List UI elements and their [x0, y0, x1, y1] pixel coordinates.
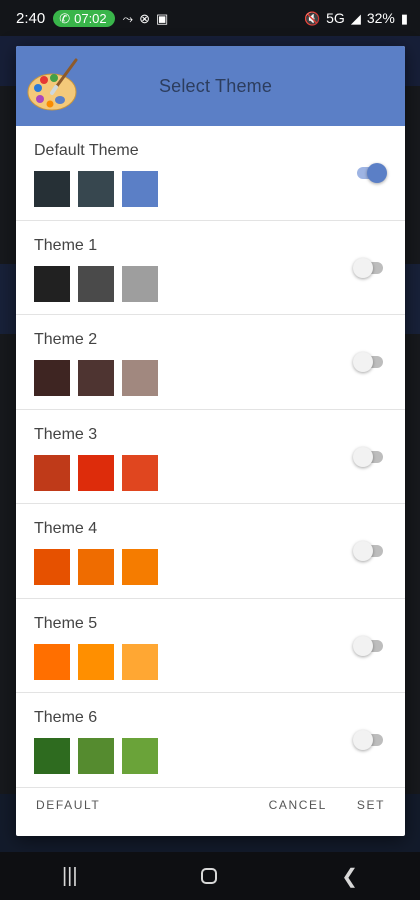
default-button[interactable]: DEFAULT: [36, 798, 100, 812]
ongoing-call-pill[interactable]: ✆ 07:02: [53, 9, 115, 27]
dialog-title: Select Theme: [158, 75, 273, 96]
color-swatch: [122, 265, 158, 302]
toggle-knob: [367, 163, 387, 183]
theme-swatches: [34, 643, 158, 680]
color-swatch: [34, 265, 70, 302]
toggle-knob: [353, 446, 373, 467]
color-swatch: [78, 643, 114, 680]
call-duration: 07:02: [74, 10, 107, 26]
theme-label: Default Theme: [34, 142, 139, 159]
theme-swatches: [34, 549, 158, 585]
dialog-actions: DEFAULT CANCEL SET: [16, 774, 405, 836]
theme-toggle[interactable]: [353, 446, 387, 468]
theme-row[interactable]: Theme 5: [16, 599, 405, 693]
theme-toggle[interactable]: [353, 540, 387, 562]
theme-list: Default Theme Theme 1 Theme 2 Theme 3 Theme …: [16, 126, 405, 788]
theme-label: Theme 2: [34, 331, 98, 348]
recent-apps-icon[interactable]: |||: [62, 865, 78, 888]
theme-swatches: [34, 454, 158, 491]
palette-icon: [27, 58, 78, 111]
color-swatch: [34, 643, 70, 680]
theme-label: Theme 1: [34, 236, 98, 254]
toggle-knob: [353, 352, 373, 372]
theme-row[interactable]: Theme 2: [16, 315, 405, 410]
battery-icon: ▮: [400, 10, 408, 26]
theme-swatches: [34, 360, 158, 396]
status-system-icons: 🔇 5G ◢ 32% ▮: [304, 10, 408, 26]
network-type: 5G: [326, 10, 345, 26]
color-swatch: [122, 454, 158, 491]
signal-icon: ◢: [350, 10, 361, 26]
theme-toggle[interactable]: [353, 162, 387, 184]
toggle-knob: [353, 541, 373, 561]
color-swatch: [34, 549, 70, 585]
color-swatch: [122, 549, 158, 585]
image-icon: ▣: [155, 10, 169, 26]
theme-toggle[interactable]: [353, 729, 387, 751]
missed-call-icon: ⤳: [122, 10, 134, 26]
color-swatch: [78, 265, 114, 302]
color-swatch: [78, 738, 114, 774]
color-swatch: [34, 171, 70, 207]
color-swatch: [122, 171, 158, 207]
color-swatch: [78, 454, 114, 491]
color-swatch: [122, 738, 158, 774]
color-swatch: [34, 360, 70, 396]
cancel-button[interactable]: CANCEL: [269, 798, 327, 812]
color-swatch: [34, 738, 70, 774]
toggle-knob: [353, 730, 373, 750]
toggle-knob: [353, 635, 373, 656]
select-theme-dialog: Select Theme Default Theme Theme 1 Theme 2…: [16, 46, 405, 836]
theme-label: Theme 4: [34, 520, 98, 537]
color-swatch: [78, 360, 114, 396]
navigation-bar: ||| ❮: [0, 852, 420, 900]
phone-icon: ✆: [59, 10, 71, 26]
xbox-icon: ⊗: [139, 10, 150, 26]
back-icon[interactable]: ❮: [341, 864, 358, 889]
theme-row[interactable]: Default Theme: [16, 126, 405, 221]
home-icon[interactable]: [201, 868, 218, 884]
theme-swatches: [34, 171, 158, 207]
theme-label: Theme 6: [34, 709, 98, 726]
status-bar: 2:40 ✆ 07:02 ⤳ ⊗ ▣ 🔇 5G ◢ 32% ▮: [0, 0, 420, 36]
mute-icon: 🔇: [303, 10, 321, 26]
theme-swatches: [34, 738, 158, 774]
battery-level: 32%: [366, 10, 395, 26]
theme-swatches: [34, 265, 158, 302]
status-time: 2:40: [16, 9, 46, 27]
color-swatch: [78, 171, 114, 207]
theme-row[interactable]: Theme 3: [16, 410, 405, 504]
set-button[interactable]: SET: [357, 798, 385, 812]
toggle-knob: [353, 257, 373, 278]
dialog-header: Select Theme: [16, 46, 405, 126]
theme-toggle[interactable]: [353, 257, 387, 279]
color-swatch: [78, 549, 114, 585]
theme-label: Theme 3: [34, 425, 98, 443]
color-swatch: [34, 454, 70, 491]
theme-toggle[interactable]: [353, 351, 387, 373]
status-notification-icons: ⤳ ⊗ ▣: [123, 12, 169, 25]
color-swatch: [122, 360, 158, 396]
theme-row[interactable]: Theme 1: [16, 221, 405, 315]
theme-row[interactable]: Theme 4: [16, 504, 405, 599]
theme-label: Theme 5: [34, 614, 98, 632]
theme-toggle[interactable]: [353, 635, 387, 657]
color-swatch: [122, 643, 158, 680]
